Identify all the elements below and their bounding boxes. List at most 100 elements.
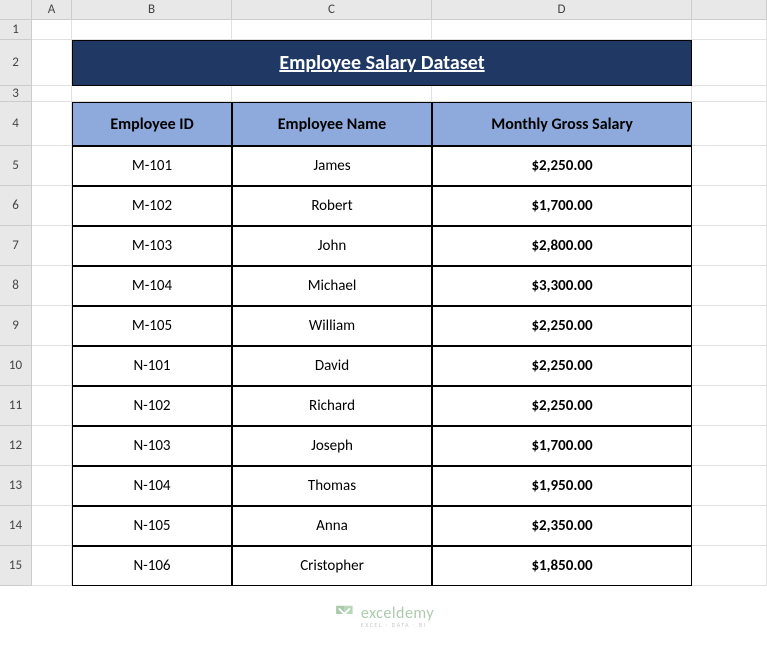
- cell-employee-id[interactable]: N-103: [72, 426, 232, 466]
- cell-salary[interactable]: $1,700.00: [432, 426, 692, 466]
- cell-salary[interactable]: $1,700.00: [432, 186, 692, 226]
- cell-e10[interactable]: [692, 346, 767, 386]
- table-row: 8 M-104Michael$3,300.00: [0, 266, 767, 306]
- cell-salary[interactable]: $1,950.00: [432, 466, 692, 506]
- table-row: 14 N-105Anna$2,350.00: [0, 506, 767, 546]
- cell-employee-name[interactable]: William: [232, 306, 432, 346]
- row-header-2[interactable]: 2: [0, 40, 32, 86]
- cell-a11[interactable]: [32, 386, 72, 426]
- cell-employee-name[interactable]: David: [232, 346, 432, 386]
- cell-a8[interactable]: [32, 266, 72, 306]
- cell-e5[interactable]: [692, 146, 767, 186]
- row-header-3[interactable]: 3: [0, 86, 32, 102]
- cell-employee-id[interactable]: N-105: [72, 506, 232, 546]
- cell-salary[interactable]: $2,250.00: [432, 306, 692, 346]
- cell-e14[interactable]: [692, 506, 767, 546]
- cell-employee-name[interactable]: Joseph: [232, 426, 432, 466]
- row-header-10[interactable]: 10: [0, 346, 32, 386]
- row-header-9[interactable]: 9: [0, 306, 32, 346]
- cell-a6[interactable]: [32, 186, 72, 226]
- column-header-e[interactable]: [692, 0, 767, 19]
- cell-e11[interactable]: [692, 386, 767, 426]
- cell-e12[interactable]: [692, 426, 767, 466]
- cell-employee-name[interactable]: John: [232, 226, 432, 266]
- row-header-13[interactable]: 13: [0, 466, 32, 506]
- row-header-1[interactable]: 1: [0, 20, 32, 40]
- row-header-4[interactable]: 4: [0, 102, 32, 146]
- cell-salary[interactable]: $3,300.00: [432, 266, 692, 306]
- cell-a14[interactable]: [32, 506, 72, 546]
- cell-a7[interactable]: [32, 226, 72, 266]
- cell-e15[interactable]: [692, 546, 767, 586]
- cell-e2[interactable]: [692, 40, 767, 86]
- column-header-b[interactable]: B: [72, 0, 232, 19]
- cell-salary[interactable]: $2,800.00: [432, 226, 692, 266]
- cell-a2[interactable]: [32, 40, 72, 86]
- cell-a9[interactable]: [32, 306, 72, 346]
- cell-a1[interactable]: [32, 20, 72, 40]
- column-header-c[interactable]: C: [232, 0, 432, 19]
- cell-e9[interactable]: [692, 306, 767, 346]
- cell-a4[interactable]: [32, 102, 72, 146]
- cell-salary[interactable]: $1,850.00: [432, 546, 692, 586]
- cell-a15[interactable]: [32, 546, 72, 586]
- select-all-corner[interactable]: [0, 0, 32, 19]
- row-header-7[interactable]: 7: [0, 226, 32, 266]
- cell-employee-id[interactable]: M-102: [72, 186, 232, 226]
- row-header-5[interactable]: 5: [0, 146, 32, 186]
- row-1: 1: [0, 20, 767, 40]
- cell-salary[interactable]: $2,250.00: [432, 346, 692, 386]
- cell-e7[interactable]: [692, 226, 767, 266]
- cell-c3[interactable]: [232, 86, 432, 102]
- column-header-d[interactable]: D: [432, 0, 692, 19]
- column-header-a[interactable]: A: [32, 0, 72, 19]
- cell-a10[interactable]: [32, 346, 72, 386]
- cell-employee-name[interactable]: Robert: [232, 186, 432, 226]
- cell-b1[interactable]: [72, 20, 232, 40]
- cell-d1[interactable]: [432, 20, 692, 40]
- cell-a12[interactable]: [32, 426, 72, 466]
- cell-b3[interactable]: [72, 86, 232, 102]
- row-header-6[interactable]: 6: [0, 186, 32, 226]
- cell-d3[interactable]: [432, 86, 692, 102]
- table-row: 10 N-101David$2,250.00: [0, 346, 767, 386]
- cell-employee-id[interactable]: N-106: [72, 546, 232, 586]
- cell-e4[interactable]: [692, 102, 767, 146]
- table-header-id[interactable]: Employee ID: [72, 102, 232, 146]
- cell-employee-name[interactable]: James: [232, 146, 432, 186]
- cell-c1[interactable]: [232, 20, 432, 40]
- cell-employee-name[interactable]: Anna: [232, 506, 432, 546]
- cell-a3[interactable]: [32, 86, 72, 102]
- cell-employee-id[interactable]: N-101: [72, 346, 232, 386]
- cell-salary[interactable]: $2,350.00: [432, 506, 692, 546]
- cell-e8[interactable]: [692, 266, 767, 306]
- row-header-11[interactable]: 11: [0, 386, 32, 426]
- cell-e1[interactable]: [692, 20, 767, 40]
- cell-employee-id[interactable]: M-103: [72, 226, 232, 266]
- cell-a13[interactable]: [32, 466, 72, 506]
- cell-salary[interactable]: $2,250.00: [432, 146, 692, 186]
- cell-employee-name[interactable]: Michael: [232, 266, 432, 306]
- row-header-15[interactable]: 15: [0, 546, 32, 586]
- cell-employee-id[interactable]: M-104: [72, 266, 232, 306]
- row-header-12[interactable]: 12: [0, 426, 32, 466]
- cell-employee-name[interactable]: Cristopher: [232, 546, 432, 586]
- cell-e13[interactable]: [692, 466, 767, 506]
- cell-employee-id[interactable]: M-105: [72, 306, 232, 346]
- cell-a5[interactable]: [32, 146, 72, 186]
- cell-employee-name[interactable]: Thomas: [232, 466, 432, 506]
- table-header-name[interactable]: Employee Name: [232, 102, 432, 146]
- cell-employee-id[interactable]: M-101: [72, 146, 232, 186]
- row-header-14[interactable]: 14: [0, 506, 32, 546]
- spreadsheet: A B C D 1 2 Employee Salary Dataset 3 4 …: [0, 0, 767, 648]
- cell-employee-id[interactable]: N-102: [72, 386, 232, 426]
- cell-e6[interactable]: [692, 186, 767, 226]
- row-header-8[interactable]: 8: [0, 266, 32, 306]
- cell-salary[interactable]: $2,250.00: [432, 386, 692, 426]
- cell-e3[interactable]: [692, 86, 767, 102]
- title-cell[interactable]: Employee Salary Dataset: [72, 40, 692, 86]
- table-row: 6 M-102Robert$1,700.00: [0, 186, 767, 226]
- cell-employee-name[interactable]: Richard: [232, 386, 432, 426]
- cell-employee-id[interactable]: N-104: [72, 466, 232, 506]
- table-header-salary[interactable]: Monthly Gross Salary: [432, 102, 692, 146]
